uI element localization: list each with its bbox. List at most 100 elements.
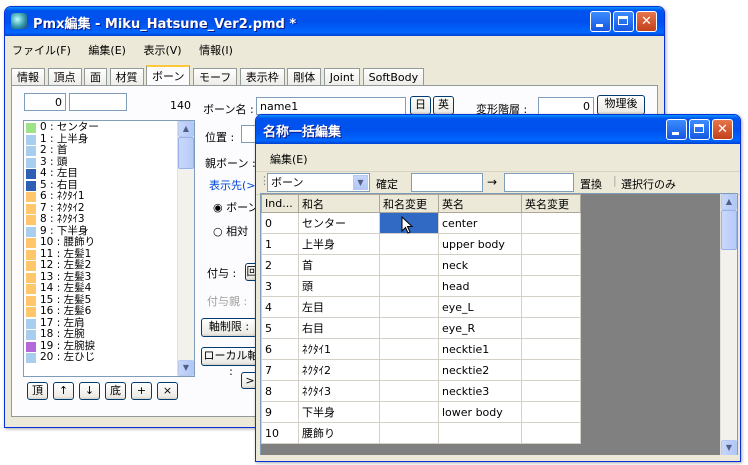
table-row[interactable]: 10 腰飾り: [261, 422, 581, 444]
table-cell[interactable]: upper body: [438, 233, 522, 255]
tab-info[interactable]: 情報: [11, 68, 45, 86]
table-row[interactable]: 3 頭 head: [261, 275, 581, 297]
scroll-down-icon[interactable]: ▼: [721, 440, 737, 456]
popup-close-button[interactable]: ✕: [712, 119, 733, 140]
table-cell[interactable]: 3: [261, 275, 299, 297]
bone-search-input[interactable]: [69, 93, 127, 111]
table-cell[interactable]: 0: [261, 212, 299, 234]
table-cell[interactable]: 頭: [298, 275, 380, 297]
list-up-button[interactable]: ↑: [53, 382, 74, 400]
find-input[interactable]: [411, 173, 483, 192]
table-cell[interactable]: [379, 359, 439, 381]
tab-rigid-body[interactable]: 剛体: [287, 68, 322, 86]
table-cell[interactable]: [521, 296, 581, 318]
table-cell[interactable]: head: [438, 275, 522, 297]
table-row[interactable]: 4 左目 eye_L: [261, 296, 581, 318]
english-name-button[interactable]: 英: [433, 96, 454, 115]
table-cell[interactable]: [521, 359, 581, 381]
tab-display-frame[interactable]: 表示枠: [239, 68, 285, 86]
after-physics-button[interactable]: 物理後: [597, 95, 645, 115]
table-cell[interactable]: neck: [438, 254, 522, 276]
table-cell[interactable]: ﾈｸﾀｲ3: [298, 380, 380, 402]
table-cell[interactable]: [379, 317, 439, 339]
tab-vertex[interactable]: 頂点: [47, 68, 82, 86]
replace-button[interactable]: 置換: [580, 176, 602, 192]
radio-relative[interactable]: ○ 相対: [213, 223, 248, 239]
deform-layer-input[interactable]: 0: [538, 97, 594, 115]
chevron-down-icon[interactable]: ▼: [353, 175, 368, 190]
table-cell[interactable]: 8: [261, 380, 299, 402]
table-cell[interactable]: [521, 212, 581, 234]
table-row[interactable]: 2 首 neck: [261, 254, 581, 276]
table-cell[interactable]: 腰飾り: [298, 422, 380, 444]
table-cell[interactable]: 下半身: [298, 401, 380, 423]
menu-file[interactable]: ファイル(F): [5, 39, 78, 61]
table-cell[interactable]: [379, 275, 439, 297]
col-jp-name[interactable]: 和名: [298, 194, 380, 213]
table-cell[interactable]: [521, 233, 581, 255]
table-row[interactable]: 1 上半身 upper body: [261, 233, 581, 255]
grid-scrollbar[interactable]: ▲ ▼: [720, 194, 737, 456]
table-row[interactable]: 9 下半身 lower body: [261, 401, 581, 423]
table-row[interactable]: 5 右目 eye_R: [261, 317, 581, 339]
maximize-button[interactable]: [613, 11, 634, 32]
list-item[interactable]: 20 : 左ひじ: [24, 351, 194, 364]
popup-titlebar[interactable]: 名称一括編集 ✕: [256, 115, 740, 144]
table-row[interactable]: 0 センター center: [261, 212, 581, 234]
table-cell[interactable]: 1: [261, 233, 299, 255]
table-cell[interactable]: 7: [261, 359, 299, 381]
table-cell[interactable]: necktie3: [438, 380, 522, 402]
table-cell[interactable]: [438, 422, 522, 444]
tab-morph[interactable]: モーフ: [192, 68, 238, 86]
tab-bone[interactable]: ボーン: [146, 65, 191, 86]
tab-face[interactable]: 面: [84, 68, 107, 86]
scroll-up-icon[interactable]: ▲: [178, 121, 194, 137]
close-button[interactable]: ✕: [636, 11, 657, 32]
table-cell[interactable]: [379, 233, 439, 255]
bone-name-input[interactable]: name1: [256, 97, 406, 115]
col-en-name-change[interactable]: 英名変更: [521, 194, 581, 213]
table-cell[interactable]: センター: [298, 212, 380, 234]
grid-scroll-thumb[interactable]: [721, 210, 737, 250]
table-cell[interactable]: 9: [261, 401, 299, 423]
table-cell[interactable]: 4: [261, 296, 299, 318]
table-cell[interactable]: [521, 380, 581, 402]
axis-limit-button[interactable]: 軸制限 :: [201, 318, 257, 337]
table-row[interactable]: 6 ﾈｸﾀｲ1 necktie1: [261, 338, 581, 360]
table-cell[interactable]: [379, 254, 439, 276]
table-cell[interactable]: [379, 401, 439, 423]
popup-minimize-button[interactable]: [666, 119, 687, 140]
table-cell[interactable]: 左目: [298, 296, 380, 318]
selected-rows-only-button[interactable]: 選択行のみ: [621, 176, 676, 192]
table-cell[interactable]: [521, 338, 581, 360]
table-cell[interactable]: 右目: [298, 317, 380, 339]
menu-view[interactable]: 表示(V): [136, 39, 188, 61]
table-cell[interactable]: eye_R: [438, 317, 522, 339]
table-cell[interactable]: [521, 317, 581, 339]
table-cell[interactable]: ﾈｸﾀｲ1: [298, 338, 380, 360]
col-index[interactable]: Ind...: [261, 194, 299, 213]
table-row[interactable]: 8 ﾈｸﾀｲ3 necktie3: [261, 380, 581, 402]
table-row[interactable]: 7 ﾈｸﾀｲ2 necktie2: [261, 359, 581, 381]
confirm-button[interactable]: 確定: [376, 176, 398, 192]
scroll-up-icon[interactable]: ▲: [721, 194, 737, 210]
table-cell[interactable]: necktie2: [438, 359, 522, 381]
minimize-button[interactable]: [590, 11, 611, 32]
tab-softbody[interactable]: SoftBody: [362, 68, 425, 86]
table-cell[interactable]: ﾈｸﾀｲ2: [298, 359, 380, 381]
table-cell[interactable]: [521, 275, 581, 297]
main-titlebar[interactable]: Pmx編集 - Miku_Hatsune_Ver2.pmd * ✕: [5, 7, 664, 36]
bone-list[interactable]: 0 : センター 1 : 上半身 2 : 首3 : 頭4 : 左目 5 : 右目 6 :…: [23, 120, 195, 377]
table-cell[interactable]: 5: [261, 317, 299, 339]
table-cell[interactable]: [521, 422, 581, 444]
replace-input[interactable]: [504, 173, 574, 192]
popup-maximize-button[interactable]: [689, 119, 710, 140]
table-cell[interactable]: center: [438, 212, 522, 234]
scroll-down-icon[interactable]: ▼: [178, 360, 194, 376]
table-cell[interactable]: [521, 254, 581, 276]
tab-joint[interactable]: Joint: [323, 68, 361, 86]
bone-index-input[interactable]: 0: [24, 93, 66, 111]
table-cell[interactable]: [521, 401, 581, 423]
table-cell[interactable]: necktie1: [438, 338, 522, 360]
table-cell[interactable]: 10: [261, 422, 299, 444]
